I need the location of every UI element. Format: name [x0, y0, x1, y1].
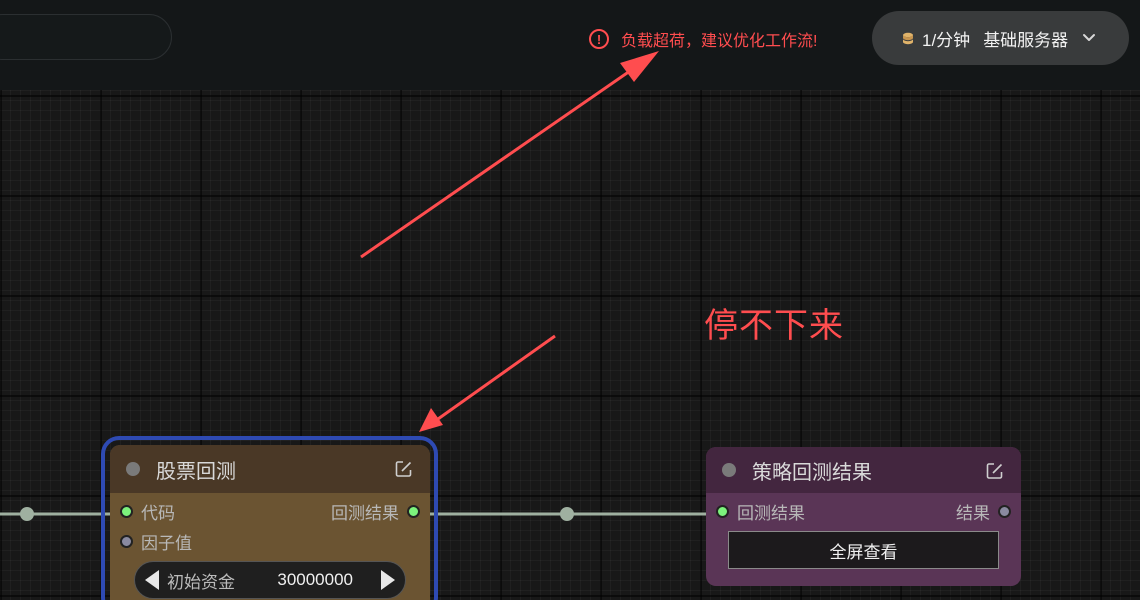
increment-arrow-icon[interactable] [381, 570, 395, 590]
output-port[interactable] [407, 505, 420, 518]
edit-icon[interactable] [985, 461, 1005, 481]
link-midpoint[interactable] [20, 507, 34, 521]
input-port[interactable] [120, 535, 133, 548]
fullscreen-view-button[interactable]: 全屏查看 [728, 531, 999, 569]
output-label: 结果 [956, 504, 990, 523]
slot-row: 代码 回测结果 [110, 493, 430, 523]
node-title: 股票回测 [156, 460, 236, 483]
input-slot[interactable]: 回测结果 [716, 499, 805, 524]
slot-row: 因子值 [110, 523, 430, 553]
input-port[interactable] [120, 505, 133, 518]
node-status-dot[interactable] [126, 462, 140, 476]
input-label: 回测结果 [737, 504, 805, 523]
input-slot[interactable]: 代码 [120, 499, 175, 524]
input-label: 代码 [141, 504, 175, 523]
input-slot[interactable]: 因子值 [120, 529, 192, 554]
node-header[interactable]: 股票回测 [110, 445, 430, 493]
widget-label: 初始资金 [167, 572, 235, 592]
decrement-arrow-icon[interactable] [145, 570, 159, 590]
output-label: 回测结果 [331, 504, 399, 523]
node-header[interactable]: 策略回测结果 [706, 447, 1021, 493]
node-title: 策略回测结果 [752, 461, 872, 484]
widget-value[interactable]: 30000000 [277, 570, 353, 590]
annotation-text: 停不下来 [704, 307, 844, 345]
input-label: 因子值 [141, 534, 192, 553]
output-slot[interactable]: 回测结果 [331, 499, 420, 524]
edit-icon[interactable] [394, 459, 414, 479]
slot-row: 回测结果 结果 [706, 493, 1021, 523]
node-status-dot[interactable] [722, 463, 736, 477]
link-midpoint[interactable] [560, 507, 574, 521]
node-stock-backtest[interactable]: 股票回测 代码 回测结果 因子值 初始资金 30000000 [110, 445, 430, 600]
node-strategy-result[interactable]: 策略回测结果 回测结果 结果 全屏查看 [706, 447, 1021, 586]
initial-capital-widget[interactable]: 初始资金 30000000 [134, 561, 406, 599]
output-port[interactable] [998, 505, 1011, 518]
output-slot[interactable]: 结果 [956, 499, 1011, 524]
input-port[interactable] [716, 505, 729, 518]
